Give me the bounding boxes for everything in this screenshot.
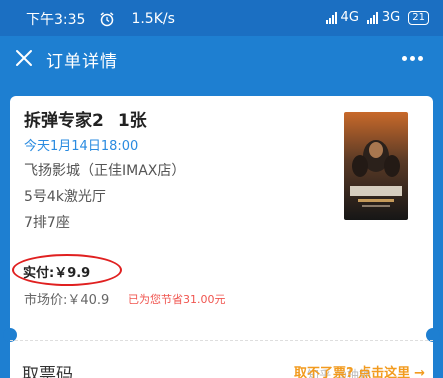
- paid-amount: 实付:￥9.9: [23, 266, 91, 281]
- network-type-1: 4G: [340, 10, 359, 25]
- battery-icon: 21: [408, 10, 429, 25]
- ticket-count: 1张: [117, 111, 147, 131]
- signal-icon: [366, 11, 379, 24]
- arrow-right-icon: →: [414, 366, 425, 378]
- pickup-help-link[interactable]: 取不了票? 点击这里 →: [294, 362, 425, 378]
- status-right: 4G 3G 21: [325, 10, 429, 25]
- hall-name: 5号4k激光厅: [24, 189, 106, 205]
- savings-text: 已为您节省31.00元: [128, 293, 226, 306]
- close-icon[interactable]: [14, 48, 34, 68]
- app-bar: 订单详情: [0, 36, 443, 82]
- movie-poster[interactable]: [344, 112, 408, 220]
- pickup-help-text: 取不了票? 点击这里: [294, 366, 411, 378]
- seat-info: 7排7座: [24, 215, 70, 231]
- status-time: 下午3:35: [26, 12, 86, 28]
- cinema-name: 飞扬影城（正佳IMAX店）: [24, 163, 186, 179]
- network-speed: 1.5K/s: [131, 11, 175, 27]
- status-left: 下午3:35 1.5K/s: [26, 9, 175, 29]
- ticket-divider: [10, 340, 433, 341]
- status-bar: 下午3:35 1.5K/s 4G 3G 21: [0, 0, 443, 36]
- pickup-code-label: 取票码: [22, 365, 73, 378]
- order-card: 拆弹专家2 1张 今天1月14日18:00 飞扬影城（正佳IMAX店） 5号4k激…: [3, 96, 440, 378]
- signal-icon: [325, 11, 338, 24]
- more-options-icon[interactable]: [399, 56, 423, 61]
- alarm-icon: [100, 12, 114, 27]
- movie-title: 拆弹专家2: [24, 111, 104, 131]
- movie-title-row: 拆弹专家2 1张: [24, 106, 147, 131]
- showtime: 今天1月14日18:00: [24, 139, 139, 154]
- market-price: 市场价:￥40.9: [24, 293, 110, 308]
- network-type-2: 3G: [381, 10, 401, 25]
- page-title: 订单详情: [46, 52, 118, 72]
